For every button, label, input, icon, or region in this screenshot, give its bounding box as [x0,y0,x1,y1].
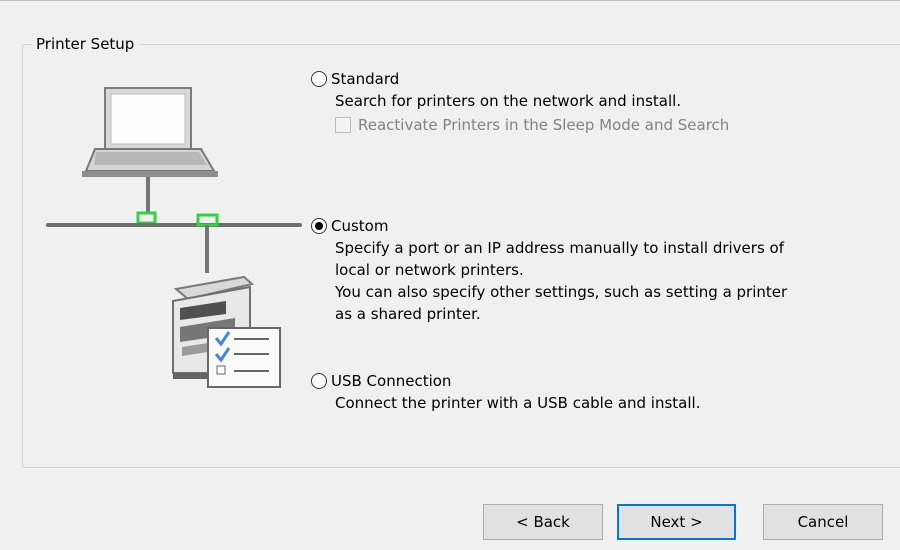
usb-radio-row[interactable]: USB Connection [311,370,700,392]
back-button[interactable]: < Back [483,504,603,540]
custom-option: Custom Specify a port or an IP address m… [311,215,787,325]
usb-label: USB Connection [331,372,452,390]
settings-checklist-icon [207,327,281,388]
custom-label: Custom [331,217,389,235]
custom-description: Specify a port or an IP address manually… [335,239,788,323]
printer-network-link-icon [196,213,219,227]
reactivate-sleep-checkbox [335,117,351,133]
usb-option: USB Connection Connect the printer with … [311,370,700,414]
standard-radio-row[interactable]: Standard [311,68,729,90]
standard-radio[interactable] [311,71,327,87]
standard-option: Standard Search for printers on the netw… [311,68,729,135]
reactivate-sleep-checkbox-row: Reactivate Printers in the Sleep Mode an… [335,115,729,135]
laptop-network-link-icon [136,211,157,225]
next-button[interactable]: Next > [617,504,736,540]
standard-label: Standard [331,70,400,88]
cancel-button[interactable]: Cancel [763,504,883,540]
laptop-icon [82,87,218,177]
printer-setup-window: Printer Setup Standard Search for printe… [0,0,900,550]
reactivate-sleep-label: Reactivate Printers in the Sleep Mode an… [358,116,730,134]
usb-description: Connect the printer with a USB cable and… [335,394,701,412]
standard-description: Search for printers on the network and i… [335,92,682,110]
custom-radio-row[interactable]: Custom [311,215,787,237]
usb-radio[interactable] [311,373,327,389]
custom-radio[interactable] [311,218,327,234]
